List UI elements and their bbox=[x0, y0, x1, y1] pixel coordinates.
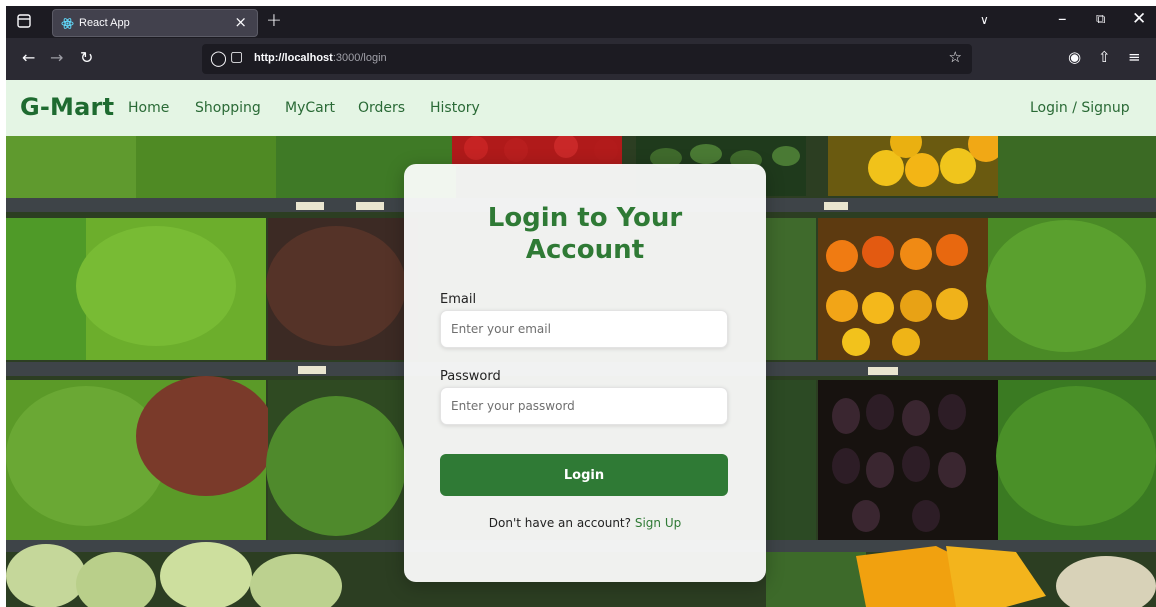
tab-title: React App bbox=[79, 17, 130, 29]
url-text[interactable]: http://localhost:3000/login bbox=[254, 52, 387, 64]
login-title-line-1: Login to Your bbox=[487, 203, 683, 233]
chevron-down-icon[interactable]: ∨ bbox=[980, 13, 989, 27]
restore-icon[interactable]: ⧉ bbox=[1096, 12, 1105, 27]
minimize-icon[interactable]: – bbox=[1058, 9, 1067, 29]
new-tab-button[interactable]: + bbox=[266, 9, 282, 31]
bookmark-star-icon[interactable]: ☆ bbox=[949, 48, 962, 66]
close-window-icon[interactable]: ✕ bbox=[1132, 9, 1146, 29]
site-navbar: G-Mart Home Shopping MyCart Orders Histo… bbox=[6, 80, 1156, 136]
password-label: Password bbox=[440, 369, 501, 384]
tracking-shield-icon[interactable]: ◯ bbox=[210, 49, 227, 67]
nav-link-orders[interactable]: Orders bbox=[358, 100, 405, 116]
no-account-text: Don't have an account? bbox=[488, 516, 631, 530]
menu-icon[interactable]: ≡ bbox=[1128, 48, 1141, 66]
nav-link-login-signup[interactable]: Login / Signup bbox=[1030, 100, 1130, 116]
login-button[interactable]: Login bbox=[440, 454, 728, 496]
login-title: Login to Your Account bbox=[404, 202, 766, 266]
email-input[interactable] bbox=[440, 310, 728, 348]
page-viewport: G-Mart Home Shopping MyCart Orders Histo… bbox=[6, 80, 1156, 607]
url-bar[interactable]: ◯ ▢ http://localhost:3000/login ☆ bbox=[202, 44, 972, 74]
back-arrow-icon[interactable]: ← bbox=[22, 48, 35, 67]
brand-logo[interactable]: G-Mart bbox=[20, 93, 114, 121]
browser-tab[interactable]: React App × bbox=[52, 9, 258, 37]
browser-nav-bar: ← → ↻ ◯ ▢ http://localhost:3000/login ☆ … bbox=[6, 38, 1156, 80]
forward-arrow-icon[interactable]: → bbox=[50, 48, 63, 67]
password-input[interactable] bbox=[440, 387, 728, 425]
login-card: Login to Your Account Email Password Log… bbox=[404, 164, 766, 582]
nav-link-shopping[interactable]: Shopping bbox=[195, 100, 261, 116]
account-icon[interactable]: ◉ bbox=[1068, 48, 1081, 66]
browser-tab-bar: React App × + ∨ – ⧉ ✕ bbox=[6, 6, 1156, 38]
nav-link-mycart[interactable]: MyCart bbox=[285, 100, 335, 116]
close-tab-icon[interactable]: × bbox=[234, 13, 247, 31]
login-title-line-2: Account bbox=[525, 235, 645, 265]
signup-link[interactable]: Sign Up bbox=[635, 516, 681, 530]
react-icon bbox=[61, 18, 74, 29]
signup-prompt: Don't have an account? Sign Up bbox=[404, 516, 766, 530]
nav-link-home[interactable]: Home bbox=[128, 100, 169, 116]
extensions-icon[interactable]: ⇧ bbox=[1098, 48, 1111, 66]
reload-icon[interactable]: ↻ bbox=[80, 48, 93, 67]
tab-overview-icon[interactable] bbox=[16, 13, 32, 29]
page-info-icon[interactable]: ▢ bbox=[230, 49, 243, 65]
nav-link-history[interactable]: History bbox=[430, 100, 480, 116]
email-label: Email bbox=[440, 292, 477, 307]
